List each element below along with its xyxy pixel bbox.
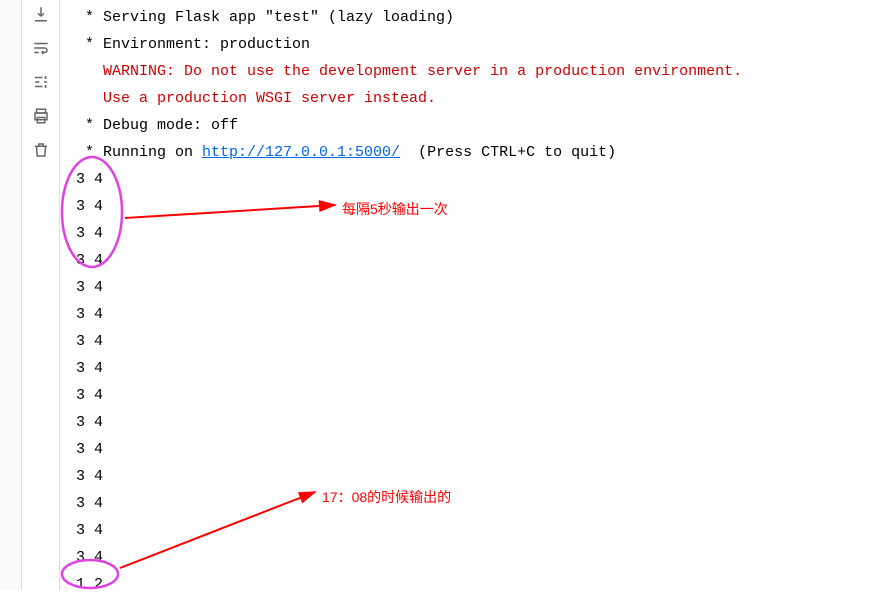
output-line-a: 3 4: [76, 328, 885, 355]
output-line-a: 3 4: [76, 382, 885, 409]
output-line-a: 3 4: [76, 517, 885, 544]
output-line-a: 3 4: [76, 301, 885, 328]
output-line-a: 3 4: [76, 247, 885, 274]
log-warning: Use a production WSGI server instead.: [76, 85, 885, 112]
annotation-text-2: 17：08的时候输出的: [322, 484, 451, 511]
fold-gutter: [0, 0, 22, 590]
print-icon[interactable]: [31, 106, 51, 126]
side-toolbar: [22, 0, 60, 590]
output-line-a: 3 4: [76, 355, 885, 382]
settings-icon[interactable]: [31, 72, 51, 92]
output-line-a: 3 4: [76, 463, 885, 490]
output-line-a: 3 4: [76, 274, 885, 301]
running-prefix: * Running on: [76, 144, 202, 161]
download-icon[interactable]: [31, 4, 51, 24]
log-line: * Running on http://127.0.0.1:5000/ (Pre…: [76, 139, 885, 166]
log-line: * Serving Flask app "test" (lazy loading…: [76, 4, 885, 31]
trash-icon[interactable]: [31, 140, 51, 160]
console-output: * Serving Flask app "test" (lazy loading…: [60, 0, 885, 590]
annotation-text-1: 每隔5秒输出一次: [342, 196, 448, 223]
output-line-a: 3 4: [76, 193, 885, 220]
output-line-a: 3 4: [76, 166, 885, 193]
output-line-a: 3 4: [76, 220, 885, 247]
output-line-a: 3 4: [76, 409, 885, 436]
output-line-a: 3 4: [76, 544, 885, 571]
wrap-icon[interactable]: [31, 38, 51, 58]
output-line-b: 1 2: [76, 571, 885, 598]
running-suffix: (Press CTRL+C to quit): [400, 144, 616, 161]
log-line: * Debug mode: off: [76, 112, 885, 139]
log-line: * Environment: production: [76, 31, 885, 58]
log-warning: WARNING: Do not use the development serv…: [76, 58, 885, 85]
output-line-a: 3 4: [76, 490, 885, 517]
server-url-link[interactable]: http://127.0.0.1:5000/: [202, 144, 400, 161]
output-line-a: 3 4: [76, 436, 885, 463]
